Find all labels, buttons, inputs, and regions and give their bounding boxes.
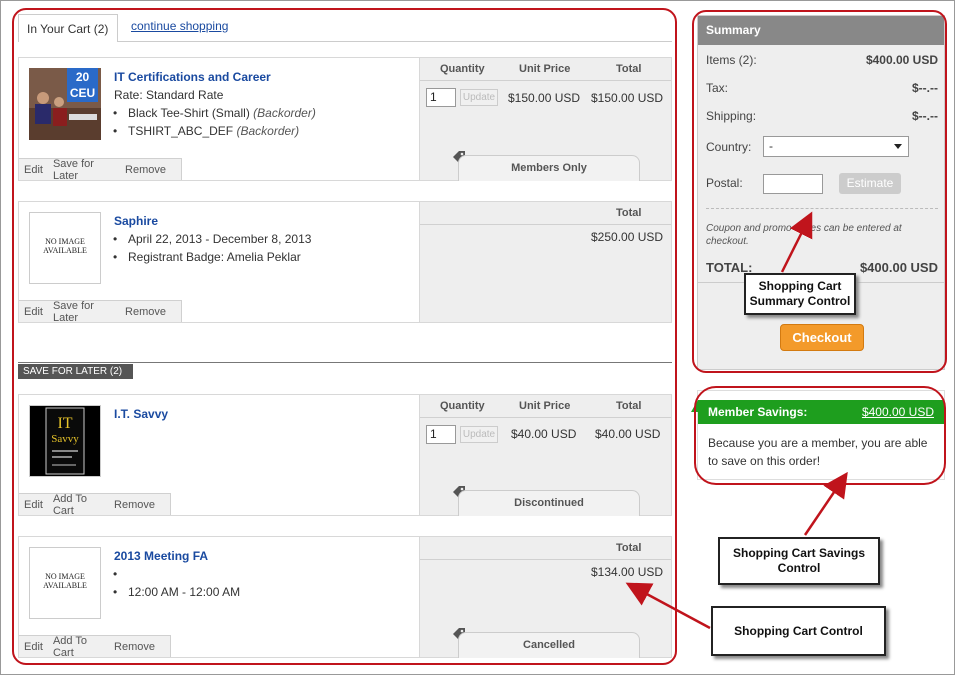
cart-control-callout: Shopping Cart Control (711, 606, 886, 656)
summary-control-callout: Shopping Cart Summary Control (744, 273, 856, 315)
summary-control-outline (692, 10, 947, 373)
savings-control-callout: Shopping Cart Savings Control (718, 537, 880, 585)
savings-control-outline (694, 386, 946, 485)
cart-control-outline (12, 8, 677, 665)
